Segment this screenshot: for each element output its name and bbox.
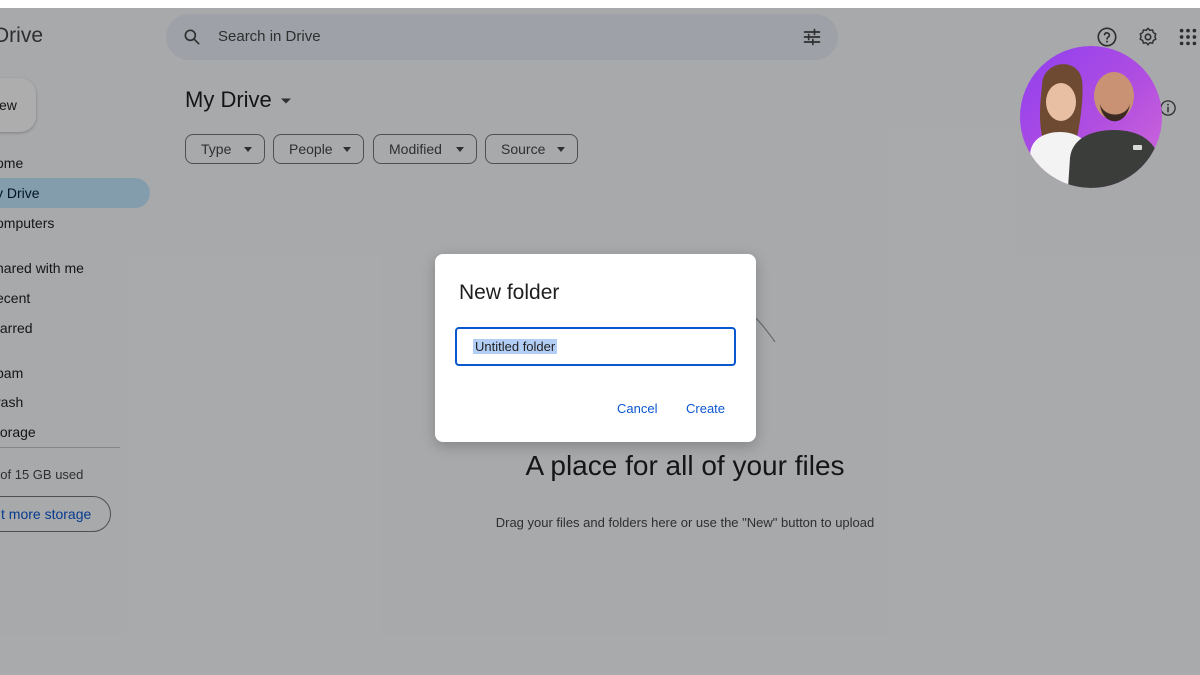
cancel-button[interactable]: Cancel — [617, 401, 657, 416]
presenter-avatar — [1020, 46, 1162, 188]
presenter-photo — [1030, 64, 1162, 188]
folder-name-value[interactable]: Untitled folder — [473, 339, 558, 354]
new-folder-dialog: New folder Untitled folder Cancel Create — [435, 254, 756, 442]
dialog-title: New folder — [459, 281, 560, 304]
folder-name-input[interactable]: Untitled folder — [455, 327, 736, 366]
create-button[interactable]: Create — [686, 401, 725, 416]
